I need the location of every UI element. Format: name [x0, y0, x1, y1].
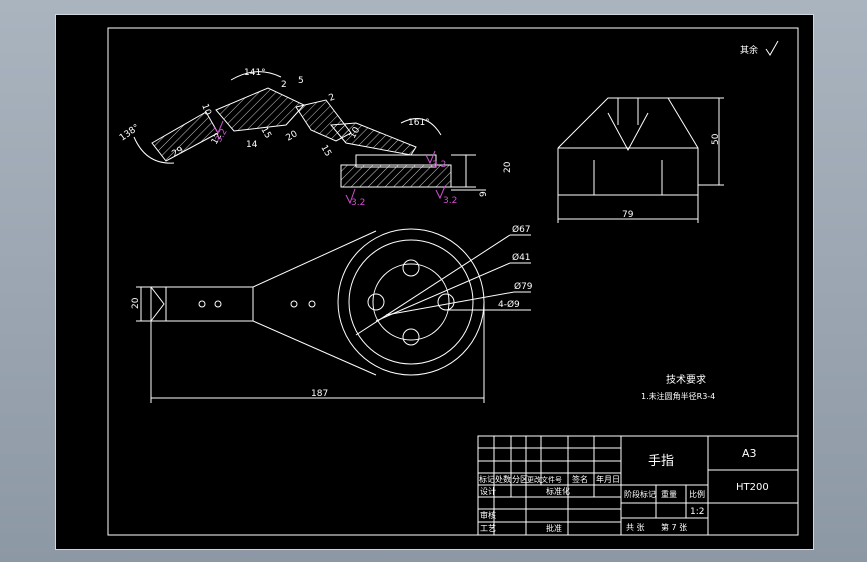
tech-req-line1: 1.未注圆角半径R3-4	[641, 391, 715, 401]
surface-note: 其余	[740, 44, 758, 56]
rev-h3: 更改文件号	[527, 475, 562, 484]
angle-161: 161°	[408, 118, 430, 128]
dim-20: 20	[285, 129, 300, 144]
dim-14: 14	[246, 140, 258, 150]
dim-2: 2	[281, 80, 287, 90]
dim-phi79: Ø79	[514, 281, 533, 292]
sheets-total: 共 张	[626, 523, 645, 532]
scale-label: 比例	[689, 489, 705, 499]
roughness-symbol-icon	[765, 40, 779, 56]
angle-141: 141°	[244, 68, 266, 78]
stage-mark: 阶段标记	[624, 489, 656, 499]
sheet-number: 第 7 张	[661, 522, 687, 532]
plan-view: Ø67 Ø41 Ø79 4-Ø9 20 187	[131, 224, 533, 403]
rev-h4: 签名	[572, 474, 588, 484]
roughness-32c: 3.2	[432, 160, 446, 170]
dim-2b: 2	[328, 92, 337, 103]
dim-5: 5	[298, 76, 304, 86]
scale-value: 1:2	[690, 507, 704, 517]
dim-20v: 20	[503, 161, 513, 173]
side-height-50: 50	[711, 133, 721, 145]
dim-20-height: 20	[131, 297, 141, 309]
part-name: 手指	[648, 454, 674, 469]
section-arm-mid	[215, 87, 305, 132]
title-block: 标记 处数 分区 更改文件号 签名 年月日 设计 标准化 审核 工艺 批准 手指…	[477, 435, 799, 536]
tech-req-title: 技术要求	[666, 373, 706, 386]
dim-9: 9	[479, 191, 489, 197]
rev-h5: 年月日	[596, 474, 620, 484]
tb-approve: 批准	[546, 523, 562, 533]
side-width-79: 79	[622, 210, 634, 220]
drawing-canvas: 其余 138° 141° 161° 29 10 12 2 5 14 15 20 …	[107, 27, 799, 536]
section-view: 138° 141° 161° 29 10 12 2 5 14 15 20 15 …	[118, 68, 513, 208]
dim-4-phi9: 4-Ø9	[498, 299, 520, 310]
tb-standardize: 标准化	[546, 486, 570, 496]
dim-187: 187	[311, 389, 328, 399]
dim-phi67: Ø67	[512, 224, 531, 235]
material: HT200	[736, 482, 769, 493]
tb-design: 设计	[480, 486, 496, 496]
rev-h1: 处数	[495, 474, 511, 484]
cad-viewport[interactable]: 其余 138° 141° 161° 29 10 12 2 5 14 15 20 …	[55, 14, 814, 550]
sheet-size: A3	[742, 447, 757, 460]
weight-label: 重量	[661, 489, 677, 499]
tb-process: 工艺	[480, 524, 496, 533]
rev-h0: 标记	[479, 474, 495, 484]
angle-138: 138°	[118, 123, 142, 144]
dim-15b: 15	[318, 144, 332, 159]
side-view: 50 79	[557, 97, 724, 223]
rev-h2: 分区	[512, 475, 528, 484]
dim-phi41: Ø41	[512, 252, 531, 263]
roughness-32d: 3.2	[443, 196, 457, 206]
section-arm-incline	[329, 122, 417, 156]
roughness-32b: 3.2	[351, 198, 365, 208]
flange-outer	[337, 228, 485, 376]
drawing-border	[107, 27, 799, 536]
tb-check: 审核	[480, 510, 496, 520]
